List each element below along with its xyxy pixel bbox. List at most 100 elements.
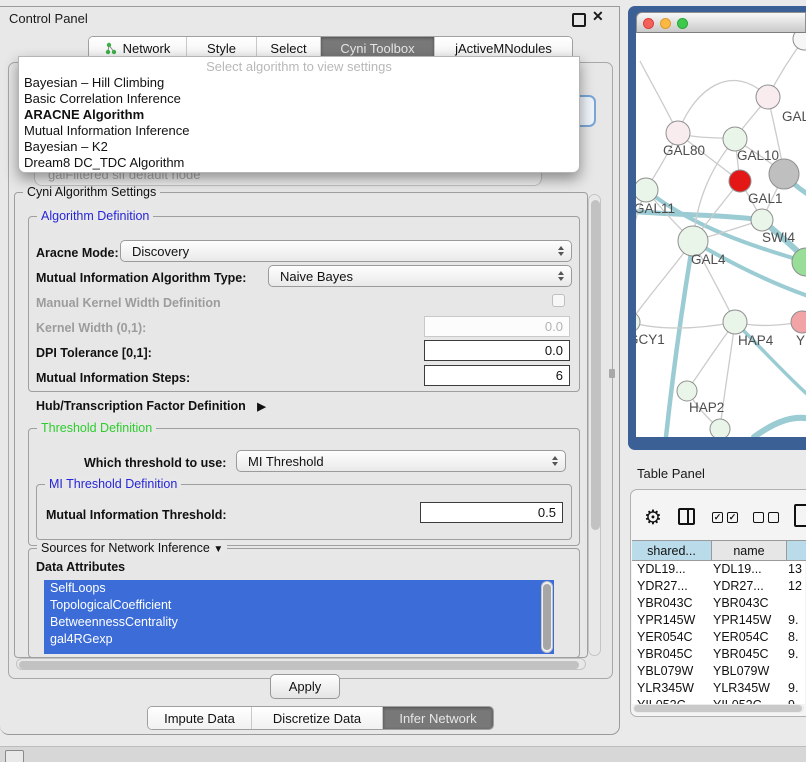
column-header-partial[interactable] bbox=[787, 540, 806, 561]
network-node[interactable] bbox=[791, 311, 806, 333]
split-columns-icon[interactable] bbox=[678, 508, 695, 525]
table-row[interactable]: YIL052C YIL052C 9 bbox=[632, 697, 805, 704]
node-label: HAP4 bbox=[738, 333, 774, 348]
dpi-tolerance-field[interactable]: 0.0 bbox=[424, 340, 570, 361]
network-node[interactable] bbox=[769, 159, 799, 189]
network-node[interactable] bbox=[636, 312, 640, 332]
aracne-mode-label: Aracne Mode: bbox=[36, 246, 119, 260]
data-attributes-list: SelfLoops TopologicalCoefficient Between… bbox=[44, 580, 554, 654]
file-icon[interactable] bbox=[794, 504, 806, 527]
attributes-list-scrollbar[interactable] bbox=[541, 581, 553, 653]
hub-tf-definition-toggle[interactable]: Hub/Transcription Factor Definition ▶ bbox=[36, 399, 266, 413]
network-node[interactable] bbox=[666, 121, 690, 145]
mi-threshold-field[interactable]: 0.5 bbox=[420, 502, 563, 523]
table-row[interactable]: YDR27... YDR27... 12 bbox=[632, 578, 805, 595]
node-label: Y bbox=[796, 333, 805, 348]
table-row[interactable]: YDL19... YDL19... 13 bbox=[632, 561, 805, 578]
which-threshold-select[interactable]: MI Threshold bbox=[236, 450, 566, 472]
stepper-arrows-icon bbox=[558, 271, 564, 281]
table-horizontal-scrollbar[interactable] bbox=[633, 704, 804, 713]
node-label: GCY1 bbox=[636, 332, 665, 347]
table-row[interactable]: YBR045C YBR045C 9. bbox=[632, 646, 805, 663]
sources-group-title[interactable]: Sources for Network Inference ▼ bbox=[37, 541, 227, 555]
network-node[interactable] bbox=[756, 85, 780, 109]
network-node[interactable] bbox=[729, 170, 751, 192]
network-graph: GAL GAL80 GAL10 GAL1 GAL11 SWI4 GAL4 GCY… bbox=[636, 33, 806, 437]
table-row[interactable]: YBL079W YBL079W bbox=[632, 663, 805, 680]
list-item[interactable]: SelfLoops bbox=[44, 580, 554, 597]
unchecked-checkbox-icon[interactable] bbox=[768, 512, 779, 523]
dropdown-item-selected[interactable]: ARACNE Algorithm bbox=[24, 107, 144, 122]
kernel-width-field[interactable]: 0.0 bbox=[424, 316, 570, 337]
column-header-shared[interactable]: shared... bbox=[632, 540, 712, 561]
table-row[interactable]: YPR145W YPR145W 9. bbox=[632, 612, 805, 629]
list-item[interactable]: TopologicalCoefficient bbox=[44, 597, 554, 614]
table-row[interactable]: YER054C YER054C 8. bbox=[632, 629, 805, 646]
data-attributes-label: Data Attributes bbox=[36, 560, 125, 574]
dropdown-placeholder: Select algorithm to view settings bbox=[19, 59, 579, 74]
network-node[interactable] bbox=[723, 310, 747, 334]
network-window-titlebar[interactable] bbox=[636, 12, 806, 33]
control-panel-title: Control Panel bbox=[9, 11, 88, 26]
table-panel-title: Table Panel bbox=[637, 466, 705, 481]
float-panel-icon[interactable] bbox=[572, 13, 586, 27]
table-row[interactable]: YBR043C YBR043C bbox=[632, 595, 805, 612]
node-label: HAP2 bbox=[689, 400, 724, 415]
dropdown-item[interactable]: Basic Correlation Inference bbox=[24, 91, 181, 106]
manual-kernel-checkbox[interactable] bbox=[552, 294, 565, 307]
tab-impute-data[interactable]: Impute Data bbox=[148, 707, 252, 729]
tab-discretize-data[interactable]: Discretize Data bbox=[252, 707, 383, 729]
settings-vertical-scrollbar[interactable] bbox=[588, 194, 601, 656]
panel-divider-handle[interactable] bbox=[609, 369, 615, 378]
status-bar bbox=[0, 746, 806, 762]
network-view[interactable]: GAL GAL80 GAL10 GAL1 GAL11 SWI4 GAL4 GCY… bbox=[636, 33, 806, 437]
close-icon[interactable]: ✕ bbox=[592, 8, 604, 25]
bottom-tabstrip: Impute Data Discretize Data Infer Networ… bbox=[147, 706, 494, 730]
which-threshold-label: Which threshold to use: bbox=[84, 456, 226, 470]
mi-type-select[interactable]: Naive Bayes bbox=[268, 265, 572, 287]
mi-type-label: Mutual Information Algorithm Type: bbox=[36, 271, 246, 285]
list-item[interactable]: gal4RGexp bbox=[44, 631, 554, 648]
minimize-traffic-light-icon[interactable] bbox=[660, 18, 671, 29]
algorithm-definition-title: Algorithm Definition bbox=[37, 209, 153, 223]
minimized-panel-icon[interactable] bbox=[5, 750, 24, 762]
aracne-mode-value: Discovery bbox=[132, 244, 189, 259]
node-label: GAL4 bbox=[691, 252, 726, 267]
network-node[interactable] bbox=[751, 209, 773, 231]
collapse-down-icon: ▼ bbox=[213, 544, 223, 555]
stepper-arrows-icon bbox=[552, 456, 558, 466]
checked-checkbox-icon[interactable]: ✓ bbox=[727, 512, 738, 523]
network-icon bbox=[105, 42, 118, 55]
tab-infer-network[interactable]: Infer Network bbox=[383, 707, 493, 729]
dropdown-item[interactable]: Bayesian – Hill Climbing bbox=[24, 75, 164, 90]
stepper-arrows-icon bbox=[558, 246, 564, 256]
settings-group-title: Cyni Algorithm Settings bbox=[23, 185, 160, 199]
gear-icon[interactable]: ⚙ bbox=[644, 505, 662, 530]
dropdown-item[interactable]: Dream8 DC_TDC Algorithm bbox=[24, 155, 184, 170]
dropdown-item[interactable]: Bayesian – K2 bbox=[24, 139, 108, 154]
dropdown-item[interactable]: Mutual Information Inference bbox=[24, 123, 189, 138]
aracne-mode-select[interactable]: Discovery bbox=[120, 240, 572, 262]
close-traffic-light-icon[interactable] bbox=[643, 18, 654, 29]
threshold-definition-title: Threshold Definition bbox=[37, 421, 156, 435]
node-label: GAL11 bbox=[636, 201, 675, 216]
zoom-traffic-light-icon[interactable] bbox=[677, 18, 688, 29]
node-label: GAL10 bbox=[737, 148, 779, 163]
dpi-tolerance-label: DPI Tolerance [0,1]: bbox=[36, 346, 152, 360]
column-header-name[interactable]: name bbox=[712, 540, 787, 561]
network-node[interactable] bbox=[677, 381, 697, 401]
list-item[interactable]: BetweennessCentrality bbox=[44, 614, 554, 631]
settings-horizontal-scrollbar[interactable] bbox=[16, 658, 586, 670]
mi-type-value: Naive Bayes bbox=[280, 269, 353, 284]
algorithm-dropdown-popup: Select algorithm to view settings Bayesi… bbox=[18, 56, 580, 173]
network-node[interactable] bbox=[710, 419, 730, 437]
table-row[interactable]: YLR345W YLR345W 9. bbox=[632, 680, 805, 697]
expand-right-icon: ▶ bbox=[257, 401, 265, 413]
unchecked-checkbox-icon[interactable] bbox=[753, 512, 764, 523]
which-threshold-value: MI Threshold bbox=[248, 454, 324, 469]
network-node[interactable] bbox=[636, 178, 658, 202]
checked-checkbox-icon[interactable]: ✓ bbox=[712, 512, 723, 523]
apply-button[interactable]: Apply bbox=[270, 674, 340, 699]
network-node[interactable] bbox=[793, 33, 806, 50]
mi-steps-field[interactable]: 6 bbox=[424, 365, 570, 386]
